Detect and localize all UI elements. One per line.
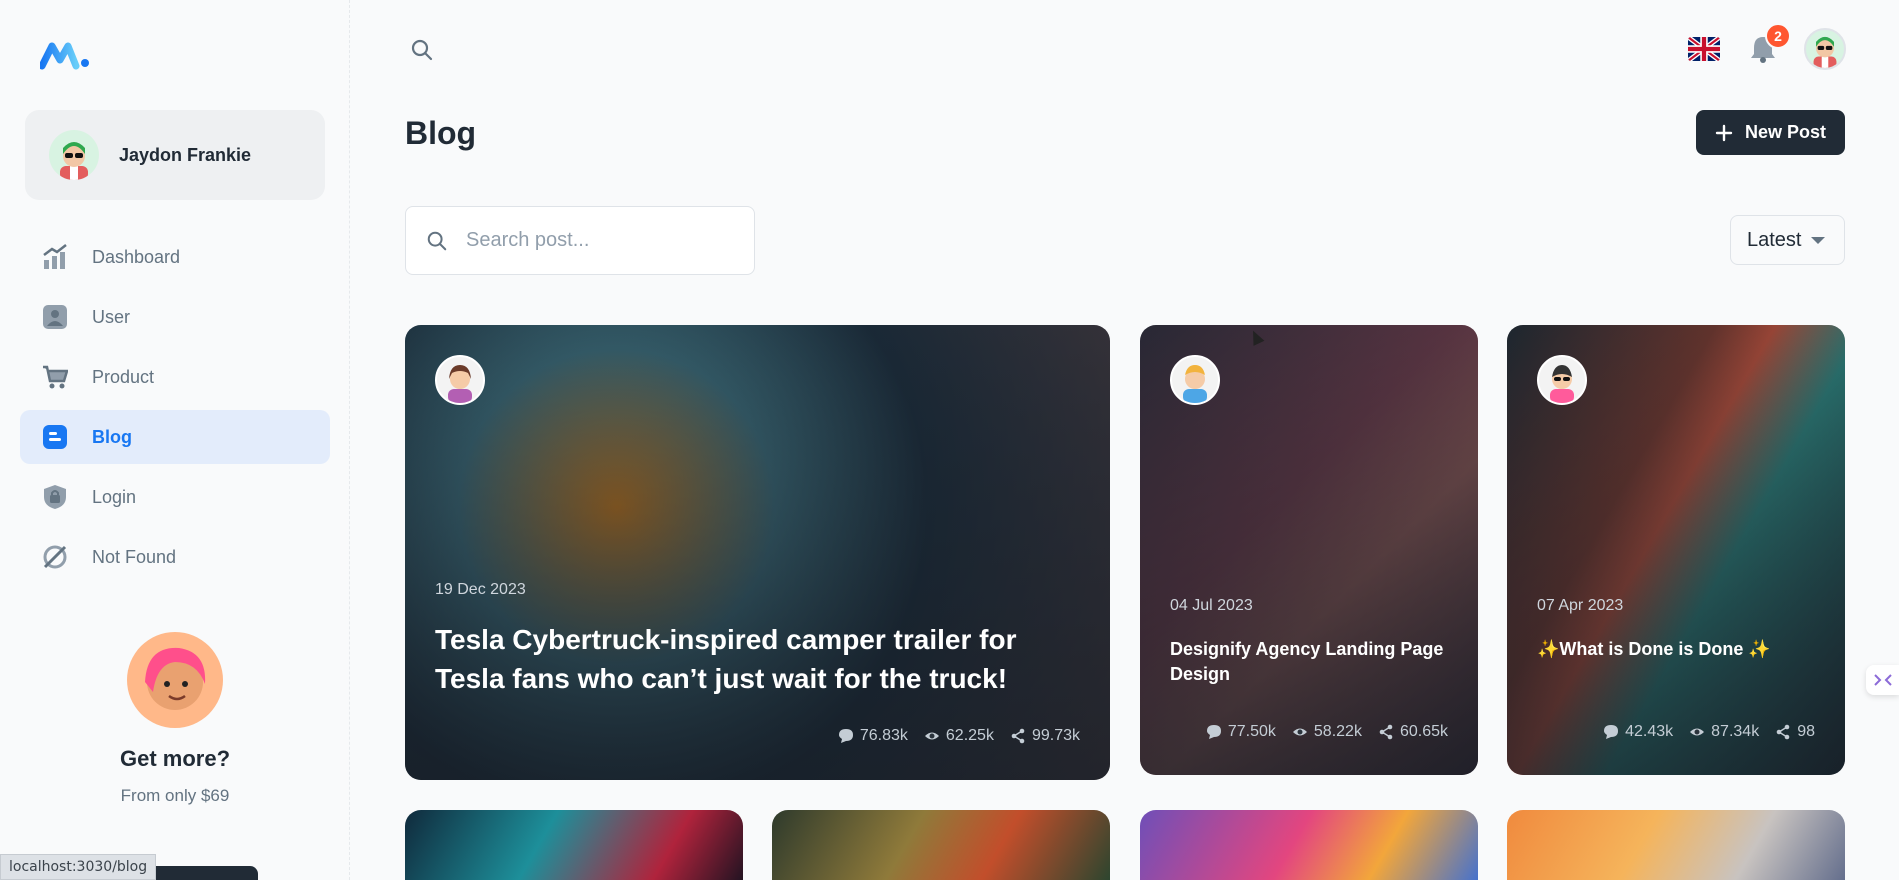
post-date: 19 Dec 2023 xyxy=(435,581,526,598)
views-count: 58.22k xyxy=(1313,723,1362,740)
comments-count: 77.50k xyxy=(1227,723,1276,740)
post-card-cover[interactable] xyxy=(1507,810,1845,880)
sidebar-item-label: Not Found xyxy=(92,546,177,567)
author-avatar xyxy=(1170,355,1220,405)
user-icon xyxy=(42,304,68,330)
author-avatar xyxy=(1537,355,1587,405)
logo-icon[interactable] xyxy=(40,40,90,70)
new-post-button[interactable]: New Post xyxy=(1696,110,1845,155)
post-card[interactable]: 07 Apr 2023 ✨What is Done is Done ✨ 42.4… xyxy=(1507,325,1845,775)
card-overlay xyxy=(405,325,1110,780)
post-date: 04 Jul 2023 xyxy=(1170,597,1253,614)
new-post-label: New Post xyxy=(1744,122,1827,142)
post-card-cover[interactable] xyxy=(772,810,1110,880)
shares-count: 98 xyxy=(1797,723,1815,740)
sidebar-item-label: Login xyxy=(92,486,137,507)
shares-stat: 60.65k xyxy=(1378,723,1448,741)
eye-icon xyxy=(1690,728,1705,736)
avatar xyxy=(49,130,99,180)
promo-title: Get more? xyxy=(119,746,231,771)
post-title[interactable]: Designify Agency Landing Page Design xyxy=(1170,637,1448,687)
comments-stat: 77.50k xyxy=(1206,723,1276,741)
share-icon xyxy=(1379,724,1393,740)
page-title: Blog xyxy=(405,115,477,151)
upgrade-button[interactable] xyxy=(140,866,258,880)
post-date: 07 Apr 2023 xyxy=(1537,597,1624,614)
views-stat: 58.22k xyxy=(1292,723,1362,741)
plus-icon xyxy=(1715,124,1733,141)
language-flag-icon[interactable] xyxy=(1688,37,1720,61)
post-title[interactable]: ✨What is Done is Done ✨ xyxy=(1537,637,1815,662)
post-stats: 77.50k 58.22k 60.65k xyxy=(1206,723,1448,741)
promo-illustration-icon xyxy=(145,647,206,710)
settings-drawer-toggle[interactable] xyxy=(1866,665,1899,695)
comment-icon xyxy=(1206,725,1221,739)
post-card-cover[interactable] xyxy=(405,810,743,880)
sidebar-item-label: Product xyxy=(92,366,155,387)
sidebar-item-blog[interactable]: Blog xyxy=(20,410,330,464)
comments-stat: 42.43k xyxy=(1603,723,1673,741)
eye-icon xyxy=(1292,728,1307,736)
post-title[interactable]: Tesla Cybertruck-inspired camper trailer… xyxy=(435,620,1080,698)
shares-count: 60.65k xyxy=(1399,723,1448,740)
sort-value: Latest xyxy=(1747,228,1802,251)
sidebar: Jaydon Frankie Dashboard User Product Bl… xyxy=(0,0,350,880)
post-card[interactable]: 19 Dec 2023 Tesla Cybertruck-inspired ca… xyxy=(405,325,1110,780)
comment-icon xyxy=(1604,725,1619,739)
avatar-icon xyxy=(60,142,88,180)
chart-icon xyxy=(42,244,68,270)
post-stats: 42.43k 87.34k 98 xyxy=(1603,723,1815,741)
account-card[interactable]: Jaydon Frankie xyxy=(25,110,325,200)
chevron-down-icon xyxy=(1811,236,1826,244)
sidebar-item-label: User xyxy=(92,306,131,327)
comments-stat: 76.83k xyxy=(838,727,908,745)
promo-subtitle: From only $69 xyxy=(120,786,230,805)
blog-icon xyxy=(42,424,68,450)
disabled-icon xyxy=(42,544,68,570)
search-input[interactable] xyxy=(466,229,726,252)
account-name: Jaydon Frankie xyxy=(119,144,252,165)
sidebar-item-not-found[interactable]: Not Found xyxy=(20,530,330,584)
views-stat: 87.34k xyxy=(1689,723,1759,741)
cart-icon xyxy=(42,364,68,390)
notification-badge: 2 xyxy=(1765,23,1791,49)
lock-icon xyxy=(42,484,68,510)
promo-avatar xyxy=(127,632,223,728)
account-avatar-button[interactable] xyxy=(1804,28,1846,70)
sidebar-item-login[interactable]: Login xyxy=(20,470,330,524)
sidebar-nav: Dashboard User Product Blog Login Not Fo… xyxy=(20,230,330,590)
shares-stat: 98 xyxy=(1775,723,1815,741)
views-count: 87.34k xyxy=(1711,723,1760,740)
shares-count: 99.73k xyxy=(1031,727,1080,744)
eye-icon xyxy=(924,732,939,740)
share-icon xyxy=(1776,724,1790,740)
sidebar-item-product[interactable]: Product xyxy=(20,350,330,404)
author-avatar xyxy=(435,355,485,405)
upgrade-promo: Get more? From only $69 xyxy=(0,620,350,880)
post-search-field[interactable] xyxy=(405,206,755,275)
collapse-icon xyxy=(1873,674,1892,686)
post-card-cover[interactable] xyxy=(1140,810,1478,880)
shares-stat: 99.73k xyxy=(1010,727,1080,745)
post-card[interactable]: 04 Jul 2023 Designify Agency Landing Pag… xyxy=(1140,325,1478,775)
search-icon xyxy=(427,231,447,250)
status-bar-url: localhost:3030/blog xyxy=(0,854,157,880)
post-stats: 76.83k 62.25k 99.73k xyxy=(838,727,1080,745)
sidebar-item-dashboard[interactable]: Dashboard xyxy=(20,230,330,284)
search-icon[interactable] xyxy=(410,38,434,67)
sidebar-item-label: Dashboard xyxy=(92,246,181,267)
avatar-icon xyxy=(1813,36,1837,68)
sort-select[interactable]: Latest xyxy=(1730,215,1845,265)
comments-count: 42.43k xyxy=(1625,723,1674,740)
views-stat: 62.25k xyxy=(924,727,994,745)
comment-icon xyxy=(838,729,853,743)
views-count: 62.25k xyxy=(945,727,994,744)
sidebar-item-label: Blog xyxy=(92,426,132,447)
sidebar-item-user[interactable]: User xyxy=(20,290,330,344)
share-icon xyxy=(1011,728,1025,744)
comments-count: 76.83k xyxy=(859,727,908,744)
